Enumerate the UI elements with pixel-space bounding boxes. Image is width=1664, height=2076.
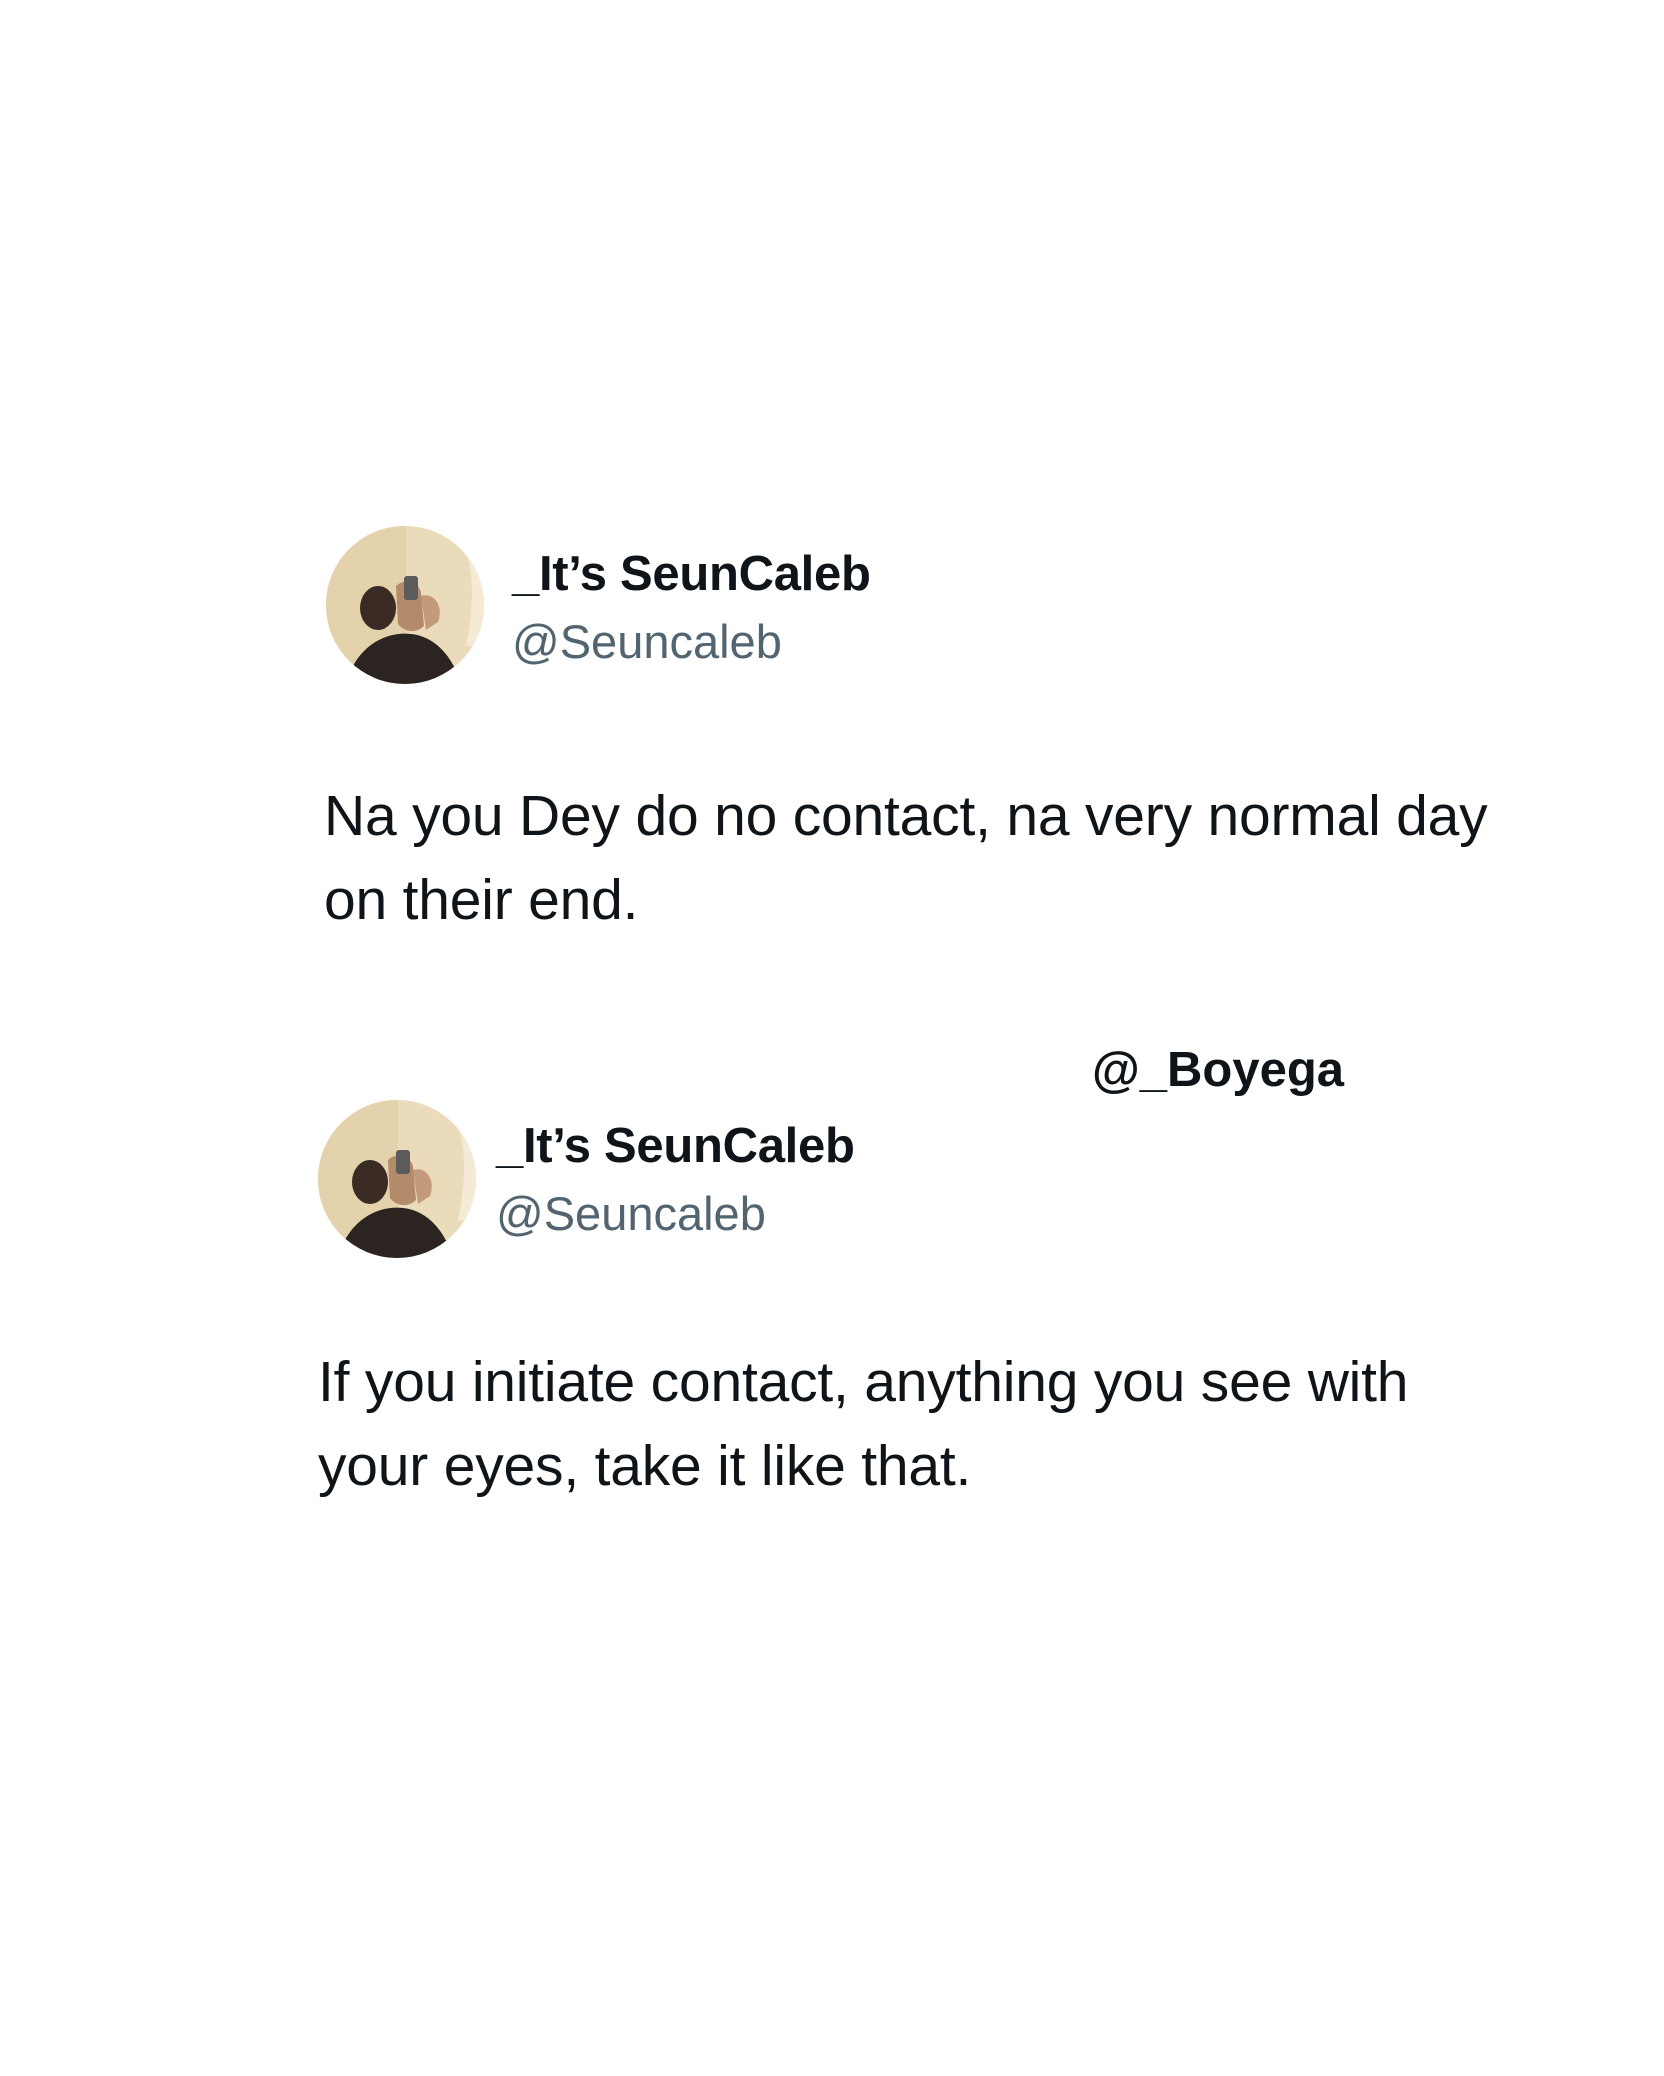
tweet-text: If you initiate contact, anything you se…	[318, 1350, 1409, 1498]
profile-photo-icon	[326, 526, 484, 684]
display-name[interactable]: _It’s SeunCaleb	[496, 1118, 855, 1174]
user-handle[interactable]: @Seuncaleb	[496, 1186, 766, 1241]
avatar[interactable]	[326, 526, 484, 684]
user-handle[interactable]: @Seuncaleb	[512, 614, 782, 669]
profile-photo-icon	[318, 1100, 476, 1258]
tweet-text: Na you Dey do no contact, na very normal…	[324, 784, 1488, 932]
display-name[interactable]: _It’s SeunCaleb	[512, 546, 871, 602]
avatar[interactable]	[318, 1100, 476, 1258]
watermark-handle: @_Boyega	[1092, 1043, 1345, 1097]
